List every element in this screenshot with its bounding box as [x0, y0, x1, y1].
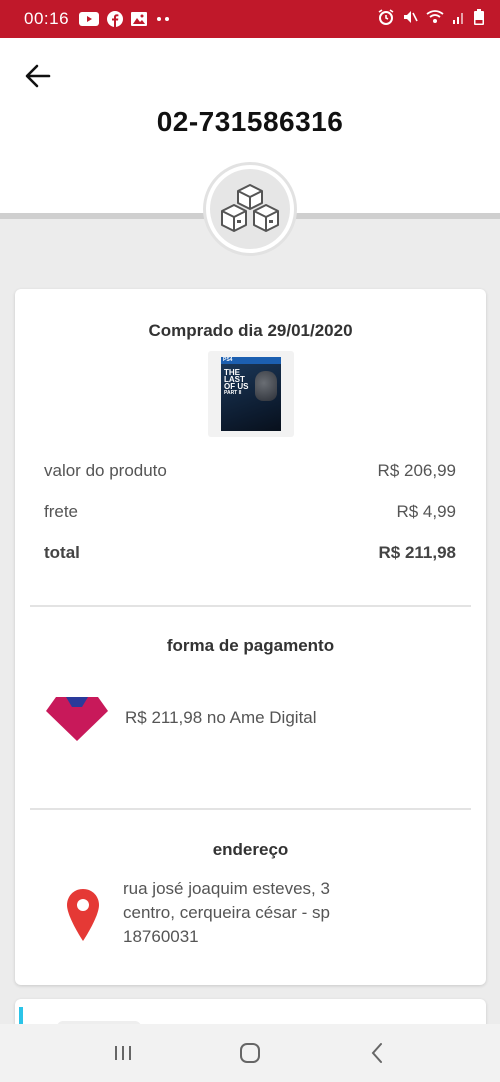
section-divider: [30, 605, 471, 607]
address-line: 18760031: [123, 927, 199, 946]
alarm-icon: [378, 8, 394, 30]
platform-label: PS4: [223, 357, 233, 363]
payment-method: R$ 211,98 no Ame Digital: [44, 693, 317, 743]
arrow-left-icon: [25, 64, 51, 88]
product-image[interactable]: PS4 THE LAST OF US PART II: [208, 351, 294, 437]
battery-icon: [474, 8, 484, 30]
gallery-icon: [131, 12, 148, 26]
total-label: total: [44, 543, 80, 562]
recent-apps-icon: [115, 1046, 132, 1060]
total-row: total R$ 211,98: [44, 543, 456, 563]
recent-apps-button[interactable]: [93, 1033, 153, 1073]
signal-icon: [452, 9, 466, 29]
address-text: rua josé joaquim esteves, 3 centro, cerq…: [123, 877, 330, 949]
shipping-label: frete: [44, 502, 79, 521]
wifi-icon: [426, 9, 444, 29]
back-nav-button[interactable]: [347, 1033, 407, 1073]
address-line: centro, cerqueira césar - sp: [123, 903, 330, 922]
youtube-icon: [79, 12, 100, 26]
product-value-row: valor do produto R$ 206,99: [44, 461, 456, 481]
system-nav-bar: [0, 1024, 500, 1082]
total-amount: R$ 211,98: [378, 543, 456, 562]
back-button[interactable]: [18, 58, 58, 94]
location-pin-icon: [67, 889, 99, 941]
purchase-date: Comprado dia 29/01/2020: [148, 321, 353, 340]
shipping-row: frete R$ 4,99: [44, 502, 456, 522]
status-bar: 00:16: [0, 0, 500, 38]
status-time: 00:16: [24, 9, 70, 28]
section-divider: [30, 808, 471, 810]
back-nav-icon: [371, 1043, 382, 1063]
payment-title: forma de pagamento: [166, 636, 335, 655]
boxes-icon: [221, 184, 279, 232]
facebook-icon: [107, 11, 124, 27]
product-value-label: valor do produto: [44, 461, 167, 480]
boxes-badge: [203, 162, 297, 256]
more-dots-icon: [155, 16, 171, 22]
address-block: rua josé joaquim esteves, 3 centro, cerq…: [65, 877, 330, 949]
home-icon: [239, 1043, 260, 1063]
address-line: rua josé joaquim esteves, 3: [123, 879, 330, 898]
game-cover: PS4 THE LAST OF US PART II: [221, 357, 281, 431]
game-cover-title: THE LAST OF US PART II: [224, 368, 249, 397]
mute-icon: [402, 9, 418, 30]
payment-description: R$ 211,98 no Ame Digital: [125, 708, 317, 727]
address-title: endereço: [212, 840, 289, 859]
product-value-amount: R$ 206,99: [377, 461, 456, 480]
ame-digital-logo: [46, 697, 108, 741]
order-id-title: 02-731586316: [156, 106, 344, 137]
home-button[interactable]: [220, 1033, 280, 1073]
shipping-amount: R$ 4,99: [396, 502, 456, 521]
order-details-card: Comprado dia 29/01/2020 PS4 THE LAST OF …: [15, 289, 486, 985]
